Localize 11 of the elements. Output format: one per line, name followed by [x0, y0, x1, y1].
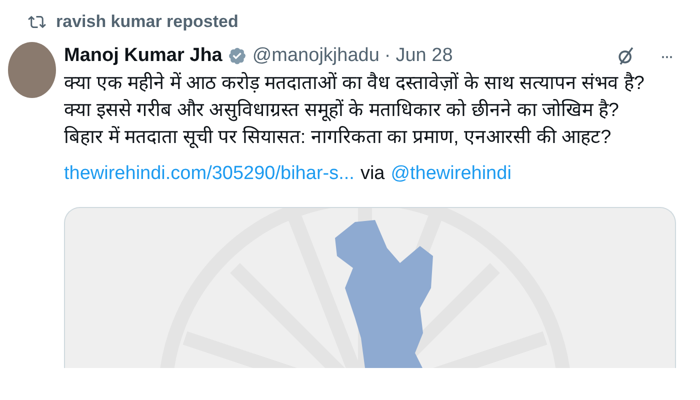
author-handle[interactable]: @manojkjhadu	[252, 45, 380, 67]
post-text: क्या एक महीने में आठ करोड़ मतदाताओं का वैध दस्तावेज़ों के साथ सत्यापन संभव है? क्या इससे गरीब और असुविधाग्रस्त समूहों के मताधिकार को छीनने का जोखिम है?	[64, 71, 646, 124]
post-text: बिहार में मतदाता सूची पर सियासत: नागरिकता का प्रमाण, एनआरसी की आहट?	[64, 125, 612, 150]
via-label: via	[360, 163, 385, 185]
repost-label: ravish kumar reposted	[56, 12, 238, 32]
separator-dot: ·	[384, 45, 391, 67]
more-button[interactable]: ···	[656, 46, 676, 66]
repost-icon	[28, 13, 46, 31]
avatar[interactable]	[8, 42, 56, 98]
author-name[interactable]: Manoj Kumar Jha	[64, 45, 222, 67]
post-date[interactable]: Jun 28	[396, 45, 453, 67]
